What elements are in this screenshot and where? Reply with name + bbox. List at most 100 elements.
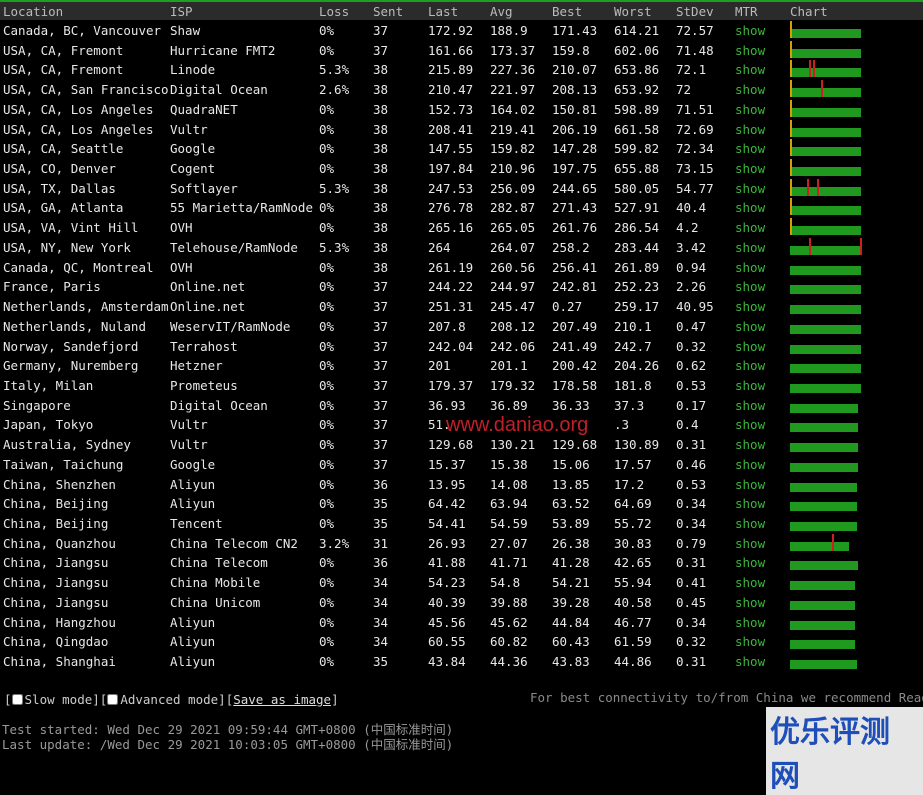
column-header-worst: Worst [614, 4, 652, 19]
mtr-show-link[interactable]: show [735, 398, 765, 413]
cell-isp: Aliyun [170, 654, 216, 670]
cell-worst: 204.26 [614, 358, 660, 374]
cell-worst: 55.72 [614, 516, 652, 531]
cell-stdev: 3.42 [676, 239, 707, 255]
mtr-show-link[interactable]: show [735, 516, 765, 531]
cell-sent: 37 [373, 318, 389, 334]
mtr-show-link[interactable]: show [735, 279, 765, 294]
advanced-mode-checkbox[interactable] [107, 694, 119, 705]
cell-sent: 34 [373, 594, 389, 610]
cell-isp: Online.net [170, 299, 246, 315]
cell-sent: 38 [373, 200, 389, 216]
cell-last: 201 [428, 358, 451, 374]
save-as-image-link[interactable]: Save as image [233, 692, 331, 707]
cell-sent: 38 [373, 180, 389, 196]
cell-loss: 0% [319, 101, 335, 117]
cell-location: Netherlands, Amsterdam [3, 299, 169, 315]
mtr-show-link[interactable]: show [735, 615, 765, 630]
cell-avg: 14.08 [490, 476, 528, 492]
cell-stdev: 0.62 [676, 358, 707, 374]
mtr-show-link[interactable]: show [735, 575, 765, 590]
cell-avg: 256.09 [490, 180, 536, 196]
cell-stdev: 0.31 [676, 437, 707, 453]
mtr-show-link[interactable]: show [735, 62, 765, 77]
cell-avg: 36.89 [490, 397, 528, 413]
last-update: Last update: /Wed Dec 29 2021 10:03:05 G… [2, 737, 454, 752]
cell-location: China, Shanghai [3, 654, 116, 670]
cell-location: China, Beijing [3, 496, 109, 512]
table-row: Netherlands, Nuland WeservIT/RamNode 0% 37 2… [0, 317, 923, 337]
mtr-show-link[interactable]: show [735, 122, 765, 137]
mtr-show-link[interactable]: show [735, 595, 765, 610]
mtr-show-link[interactable]: show [735, 319, 765, 334]
mtr-show-link[interactable]: show [735, 181, 765, 196]
cell-isp: WeservIT/RamNode [170, 318, 291, 334]
cell-avg: 15.38 [490, 456, 528, 472]
table-row: France, Paris Online.net 0% 37 244.22 244.97 2… [0, 277, 923, 297]
cell-location: Germany, Nuremberg [3, 358, 139, 374]
cell-worst: 61.59 [614, 634, 652, 650]
cell-isp: Terrahost [170, 338, 238, 354]
slow-mode-checkbox[interactable] [11, 694, 23, 705]
cell-sent: 34 [373, 614, 389, 630]
mtr-show-link[interactable]: show [735, 102, 765, 117]
mtr-show-link[interactable]: show [735, 161, 765, 176]
cell-last: 129.68 [428, 437, 474, 453]
cell-avg: 242.06 [490, 338, 536, 354]
cell-sent: 37 [373, 338, 389, 354]
latency-chart-bar [790, 423, 859, 433]
mtr-show-link[interactable]: show [735, 23, 765, 38]
cell-best: 0.27 [552, 299, 583, 315]
cell-location: USA, GA, Atlanta [3, 200, 124, 216]
mtr-show-link[interactable]: show [735, 437, 765, 452]
mtr-show-link[interactable]: show [735, 260, 765, 275]
mtr-show-link[interactable]: show [735, 496, 765, 511]
mtr-show-link[interactable]: show [735, 299, 765, 314]
mtr-show-link[interactable]: show [735, 240, 765, 255]
cell-worst: 130.89 [614, 437, 660, 453]
cell-stdev: 0.17 [676, 397, 707, 413]
mtr-show-link[interactable]: show [735, 141, 765, 156]
mtr-show-link[interactable]: show [735, 339, 765, 354]
cell-best: 54.21 [552, 575, 590, 591]
cell-loss: 0% [319, 654, 335, 670]
mtr-show-link[interactable]: show [735, 654, 765, 669]
latency-chart-bar [790, 127, 861, 137]
cell-last: 242.04 [428, 338, 474, 354]
cell-location: Japan, Tokyo [3, 417, 94, 433]
mtr-show-link[interactable]: show [735, 358, 765, 373]
mtr-show-link[interactable]: show [735, 477, 765, 492]
cell-sent: 37 [373, 417, 389, 433]
cell-loss: 0% [319, 397, 335, 413]
table-row: China, Shenzhen Aliyun 0% 36 13.95 14.08 13.85… [0, 475, 923, 495]
latency-chart-bar [790, 88, 861, 98]
cell-location: China, Shenzhen [3, 476, 116, 492]
cell-isp: Hetzner [170, 358, 223, 374]
slow-mode-label: Slow mode [24, 692, 93, 707]
table-row: Taiwan, Taichung Google 0% 37 15.37 15.38 15.0… [0, 455, 923, 475]
mtr-show-link[interactable]: show [735, 555, 765, 570]
mtr-show-link[interactable]: show [735, 220, 765, 235]
mtr-show-link[interactable]: show [735, 82, 765, 97]
latency-chart-bar [790, 620, 855, 630]
mtr-show-link[interactable]: show [735, 417, 765, 432]
mtr-show-link[interactable]: show [735, 200, 765, 215]
cell-last: 210.47 [428, 82, 474, 98]
cell-best: 147.28 [552, 141, 598, 157]
latency-chart-tick [790, 139, 792, 157]
mtr-show-link[interactable]: show [735, 43, 765, 58]
mtr-show-link[interactable]: show [735, 457, 765, 472]
cell-worst: 17.2 [614, 476, 645, 492]
packet-loss-spike [820, 80, 823, 98]
cell-location: USA, VA, Vint Hill [3, 220, 139, 236]
footer-controls: [Slow mode][Advanced mode][Save as image… [4, 692, 339, 707]
cell-last: 41.88 [428, 555, 466, 571]
mtr-show-link[interactable]: show [735, 378, 765, 393]
cell-sent: 37 [373, 456, 389, 472]
mtr-show-link[interactable]: show [735, 634, 765, 649]
cell-location: USA, CA, Los Angeles [3, 121, 154, 137]
mtr-show-link[interactable]: show [735, 536, 765, 551]
cell-avg: 179.32 [490, 377, 536, 393]
cell-best: 171.43 [552, 23, 598, 38]
cell-best: 159.8 [552, 42, 590, 58]
